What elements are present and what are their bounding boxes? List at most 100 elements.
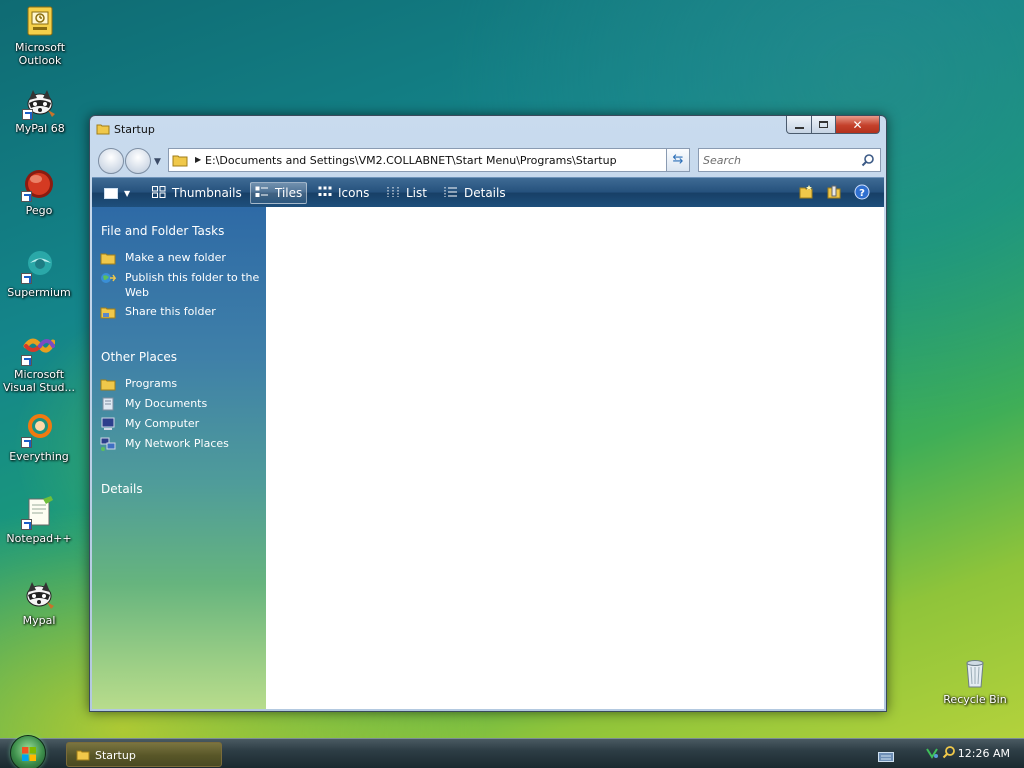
icons-label: Icons xyxy=(338,186,370,200)
file-list-area[interactable] xyxy=(266,207,884,709)
maximize-icon xyxy=(819,121,828,128)
window-title: Startup xyxy=(114,123,155,136)
view-toolbar: ▼ Thumbnails Tiles Icons List Details ? xyxy=(92,177,884,207)
thumbnails-view-button[interactable]: Thumbnails xyxy=(148,182,246,204)
list-label: List xyxy=(406,186,427,200)
desktop-icon-visual-studio[interactable]: Microsoft Visual Stud... xyxy=(1,332,77,394)
new-folder-toolbar-icon[interactable] xyxy=(798,184,814,203)
taskbar-button-startup[interactable]: Startup xyxy=(66,742,222,767)
desktop-icon-outlook[interactable]: Microsoft Outlook xyxy=(2,5,78,67)
share-folder-label: Share this folder xyxy=(125,305,216,318)
thumbnails-icon xyxy=(152,185,166,201)
search-icon[interactable] xyxy=(861,153,875,170)
svg-text:?: ? xyxy=(859,188,865,199)
desktop-icon-everything[interactable]: Everything xyxy=(1,414,77,463)
forward-button[interactable] xyxy=(125,148,151,174)
search-tray-icon[interactable] xyxy=(942,745,956,762)
desktop-icon-label: Microsoft Visual Stud... xyxy=(2,368,76,394)
red-orb-icon xyxy=(21,168,55,202)
navigation-bar: ▼ ▶ E:\Documents and Settings\VM2.COLLAB… xyxy=(90,144,886,176)
desktop-icon-label: Microsoft Outlook xyxy=(14,41,66,67)
folder-icon xyxy=(76,748,90,765)
documents-icon xyxy=(100,397,116,411)
folder-icon xyxy=(96,122,110,139)
folder-icon xyxy=(172,153,188,170)
details-icon xyxy=(444,186,458,201)
publish-folder-to-web-link[interactable]: Publish this folder to the Web xyxy=(100,270,260,300)
icons-view-button[interactable]: Icons xyxy=(314,182,373,204)
computer-icon xyxy=(100,417,116,431)
notepad-plus-plus-icon xyxy=(21,496,55,530)
task-pane: File and Folder Tasks Make a new folder … xyxy=(92,207,266,709)
address-bar[interactable]: ▶ E:\Documents and Settings\VM2.COLLABNE… xyxy=(168,148,688,172)
clock[interactable]: 12:26 AM xyxy=(958,747,1010,760)
my-computer-label: My Computer xyxy=(125,417,200,430)
tiles-view-button[interactable]: Tiles xyxy=(250,182,308,204)
breadcrumb-arrow-icon[interactable]: ▶ xyxy=(195,155,201,164)
system-tray: 12:26 AM xyxy=(870,739,1024,768)
maximize-button[interactable] xyxy=(812,116,836,134)
other-places-heading[interactable]: Other Places xyxy=(101,350,177,364)
refresh-button[interactable]: ⇆ xyxy=(666,148,690,172)
supermium-icon xyxy=(21,250,55,284)
start-button[interactable] xyxy=(10,735,46,768)
recycle-bin-icon xyxy=(959,657,991,689)
desktop-icon-label: Everything xyxy=(9,450,69,463)
desktop-icon-mypal-68[interactable]: MyPal 68 xyxy=(2,86,78,135)
minimize-button[interactable] xyxy=(786,116,812,134)
visual-studio-icon xyxy=(21,332,56,366)
desktop-icon-label: Mypal xyxy=(22,614,56,627)
network-status-icon[interactable] xyxy=(925,745,939,762)
recent-pages-dropdown-icon[interactable]: ▼ xyxy=(154,157,161,167)
views-menu-button[interactable]: ▼ xyxy=(100,182,134,204)
details-heading[interactable]: Details xyxy=(101,482,143,496)
taskbar: Startup 12:26 AM xyxy=(0,735,1024,768)
file-folder-tasks-heading[interactable]: File and Folder Tasks xyxy=(101,224,224,238)
desktop-icon-label: Notepad++ xyxy=(6,532,72,545)
desktop-icon-pego[interactable]: Pego xyxy=(1,168,77,217)
desktop-icon-label: Pego xyxy=(25,204,53,217)
desktop-icon-mypal[interactable]: Mypal xyxy=(1,578,77,627)
other-place-programs[interactable]: Programs xyxy=(100,376,260,391)
back-button[interactable] xyxy=(98,148,124,174)
minimize-icon xyxy=(794,126,804,129)
everything-icon xyxy=(21,414,55,448)
explorer-window[interactable]: Startup ✕ ▼ ▶ E:\Documents and Settings\ xyxy=(89,115,887,712)
make-new-folder-label: Make a new folder xyxy=(125,251,226,264)
other-place-my-documents[interactable]: My Documents xyxy=(100,396,260,411)
details-view-button[interactable]: Details xyxy=(440,182,510,204)
close-button[interactable]: ✕ xyxy=(836,116,880,134)
icons-view-icon xyxy=(318,186,332,201)
desktop-icon-label: Supermium xyxy=(7,286,71,299)
publish-folder-label: Publish this folder to the Web xyxy=(125,271,260,299)
address-path[interactable]: E:\Documents and Settings\VM2.COLLABNET\… xyxy=(205,154,617,167)
views-icon xyxy=(104,187,118,199)
make-new-folder-link[interactable]: Make a new folder xyxy=(100,250,260,265)
tiles-label: Tiles xyxy=(275,186,303,200)
title-bar[interactable]: Startup ✕ xyxy=(90,116,886,142)
programs-label: Programs xyxy=(125,377,178,390)
desktop-icon-recycle-bin[interactable]: Recycle Bin xyxy=(937,657,1013,706)
my-network-places-label: My Network Places xyxy=(125,437,229,450)
other-place-my-network-places[interactable]: My Network Places xyxy=(100,436,260,451)
help-icon[interactable]: ? xyxy=(854,184,870,203)
new-folder-icon xyxy=(100,251,116,265)
other-place-my-computer[interactable]: My Computer xyxy=(100,416,260,431)
desktop-icon-notepad-plus-plus[interactable]: Notepad++ xyxy=(1,496,77,545)
publish-web-icon xyxy=(100,271,117,285)
share-folder-icon xyxy=(100,305,116,319)
search-input[interactable] xyxy=(703,152,853,168)
share-folder-link[interactable]: Share this folder xyxy=(100,304,260,319)
windows-logo-icon xyxy=(21,746,37,762)
keyboard-icon[interactable] xyxy=(878,751,894,765)
refresh-icon: ⇆ xyxy=(672,152,684,167)
search-box[interactable] xyxy=(698,148,881,172)
details-label: Details xyxy=(464,186,506,200)
thumbnails-label: Thumbnails xyxy=(172,186,242,200)
folder-options-icon[interactable] xyxy=(826,184,842,203)
raccoon-icon xyxy=(22,86,56,120)
desktop-icon-supermium[interactable]: Supermium xyxy=(1,250,77,299)
desktop-icon-label: Recycle Bin xyxy=(943,693,1007,706)
list-view-button[interactable]: List xyxy=(382,182,431,204)
desktop-icon-label: MyPal 68 xyxy=(15,122,65,135)
